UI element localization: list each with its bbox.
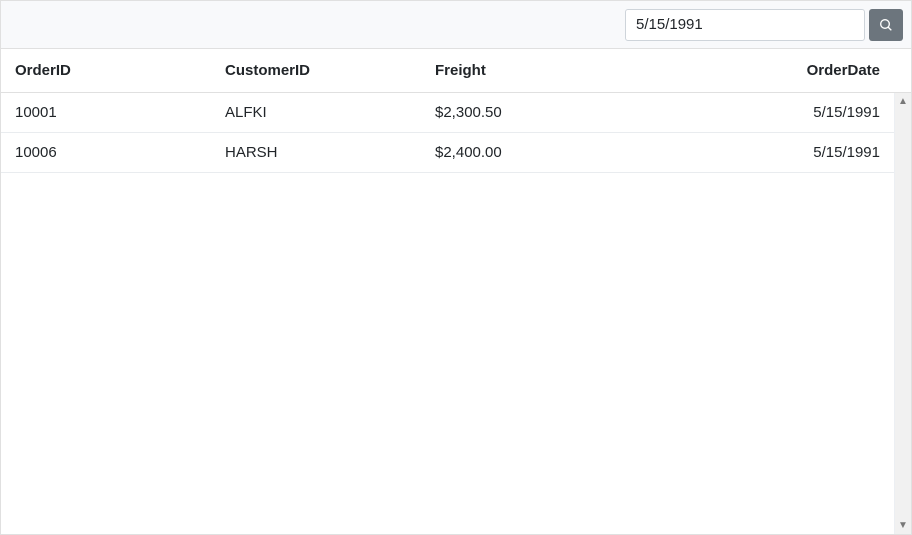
scroll-down-arrow-icon[interactable]: ▼ <box>895 517 912 534</box>
cell-orderid: 10006 <box>1 144 211 161</box>
cell-customerid: HARSH <box>211 144 421 161</box>
cell-customerid: ALFKI <box>211 104 421 121</box>
cell-orderdate: 5/15/1991 <box>631 144 894 161</box>
grid-body: 10001 ALFKI $2,300.50 5/15/1991 10006 HA… <box>1 93 911 534</box>
column-header-customerid[interactable]: CustomerID <box>211 49 421 92</box>
column-header-row: OrderID CustomerID Freight OrderDate <box>1 49 911 93</box>
scroll-up-arrow-icon[interactable]: ▲ <box>895 93 912 110</box>
cell-freight: $2,300.50 <box>421 104 631 121</box>
cell-orderdate: 5/15/1991 <box>631 104 894 121</box>
toolbar <box>1 1 911 49</box>
table-row[interactable]: 10001 ALFKI $2,300.50 5/15/1991 <box>1 93 894 133</box>
cell-orderid: 10001 <box>1 104 211 121</box>
search-input[interactable] <box>625 9 865 41</box>
column-header-orderdate[interactable]: OrderDate <box>631 49 894 92</box>
search-icon <box>878 17 894 33</box>
vertical-scrollbar[interactable]: ▲ ▼ <box>894 93 911 534</box>
grid-rows: 10001 ALFKI $2,300.50 5/15/1991 10006 HA… <box>1 93 894 534</box>
orders-grid: OrderID CustomerID Freight OrderDate 100… <box>0 0 912 535</box>
column-header-freight[interactable]: Freight <box>421 49 631 92</box>
search-button[interactable] <box>869 9 903 41</box>
cell-freight: $2,400.00 <box>421 144 631 161</box>
table-row[interactable]: 10006 HARSH $2,400.00 5/15/1991 <box>1 133 894 173</box>
column-header-orderid[interactable]: OrderID <box>1 49 211 92</box>
